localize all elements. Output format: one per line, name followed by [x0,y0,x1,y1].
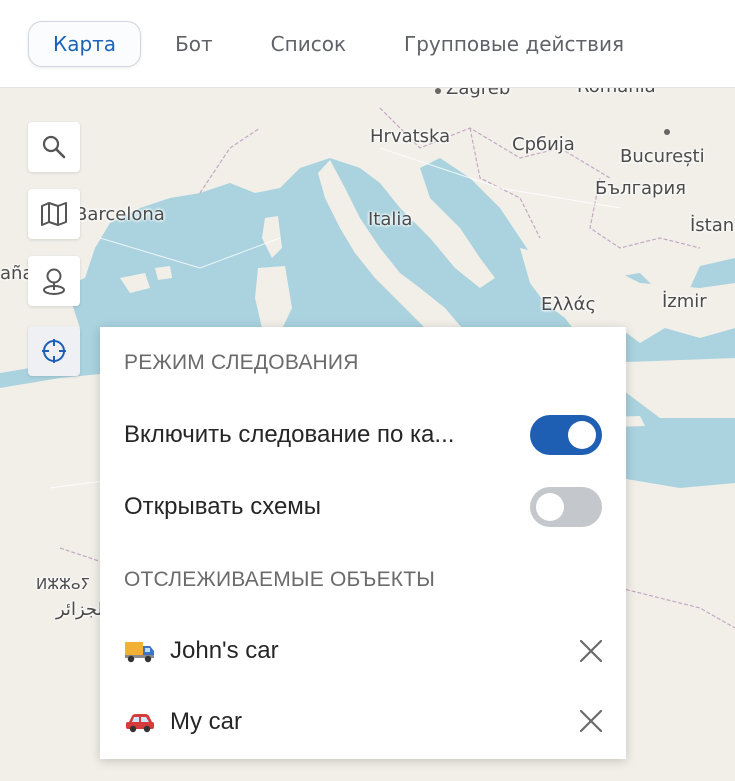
remove-object-close-icon[interactable] [578,708,604,734]
map-label-algeria-tifinagh: ⵍⵣⵣⴰⵢ [36,575,91,593]
tracked-object-name: My car [170,708,242,735]
toggle-knob [536,493,564,521]
tracked-object-name: John's car [170,637,279,664]
toggle-knob [568,421,596,449]
tracked-object-row: John's car [124,631,279,671]
map-follow-button[interactable] [28,326,80,376]
map-label-ellas: Ελλάς [541,294,597,315]
map-label-hrvatska: Hrvatska [370,126,451,147]
follow-on-map-label: Включить следование по ка... [124,421,455,448]
tab-map[interactable]: Карта [28,20,142,67]
tab-list[interactable]: Список [247,22,370,66]
map-label-istanbul: İstan [690,215,735,236]
map-label-bulgaria: България [595,178,687,199]
tab-group-actions[interactable]: Групповые действия [380,22,648,66]
map-label-barcelona: Barcelona [75,204,165,225]
tracked-object-row: My car [124,702,242,742]
tab-bot[interactable]: Бот [151,22,237,66]
map-label-romania: România [577,88,656,97]
map-label-italia: Italia [368,209,413,230]
top-tab-bar: Карта Бот Список Групповые действия [0,0,735,88]
crosshair-icon [42,339,66,363]
map-label-srbija: Србија [512,134,575,155]
truck-icon [124,636,162,666]
map-label-izmir: İzmir [662,291,707,312]
follow-mode-panel: РЕЖИМ СЛЕДОВАНИЯ Включить следование по … [100,327,626,759]
search-icon [42,135,66,159]
map-pin-button[interactable] [28,256,80,306]
follow-on-map-toggle[interactable] [530,415,602,455]
remove-object-close-icon[interactable] [578,638,604,664]
car-icon [124,707,162,737]
map-label-bucuresti: București [620,146,705,167]
map-icon [41,202,67,226]
open-schemes-label: Открывать схемы [124,493,322,520]
follow-mode-title: РЕЖИМ СЛЕДОВАНИЯ [124,351,359,374]
map-label-zagreb: Zagreb [446,88,511,99]
map-search-button[interactable] [28,122,80,172]
tracked-objects-title: ОТСЛЕЖИВАЕМЫЕ ОБЪЕКТЫ [124,568,436,591]
open-schemes-toggle[interactable] [530,487,602,527]
map-layers-button[interactable] [28,189,80,239]
location-pin-icon [43,268,65,295]
